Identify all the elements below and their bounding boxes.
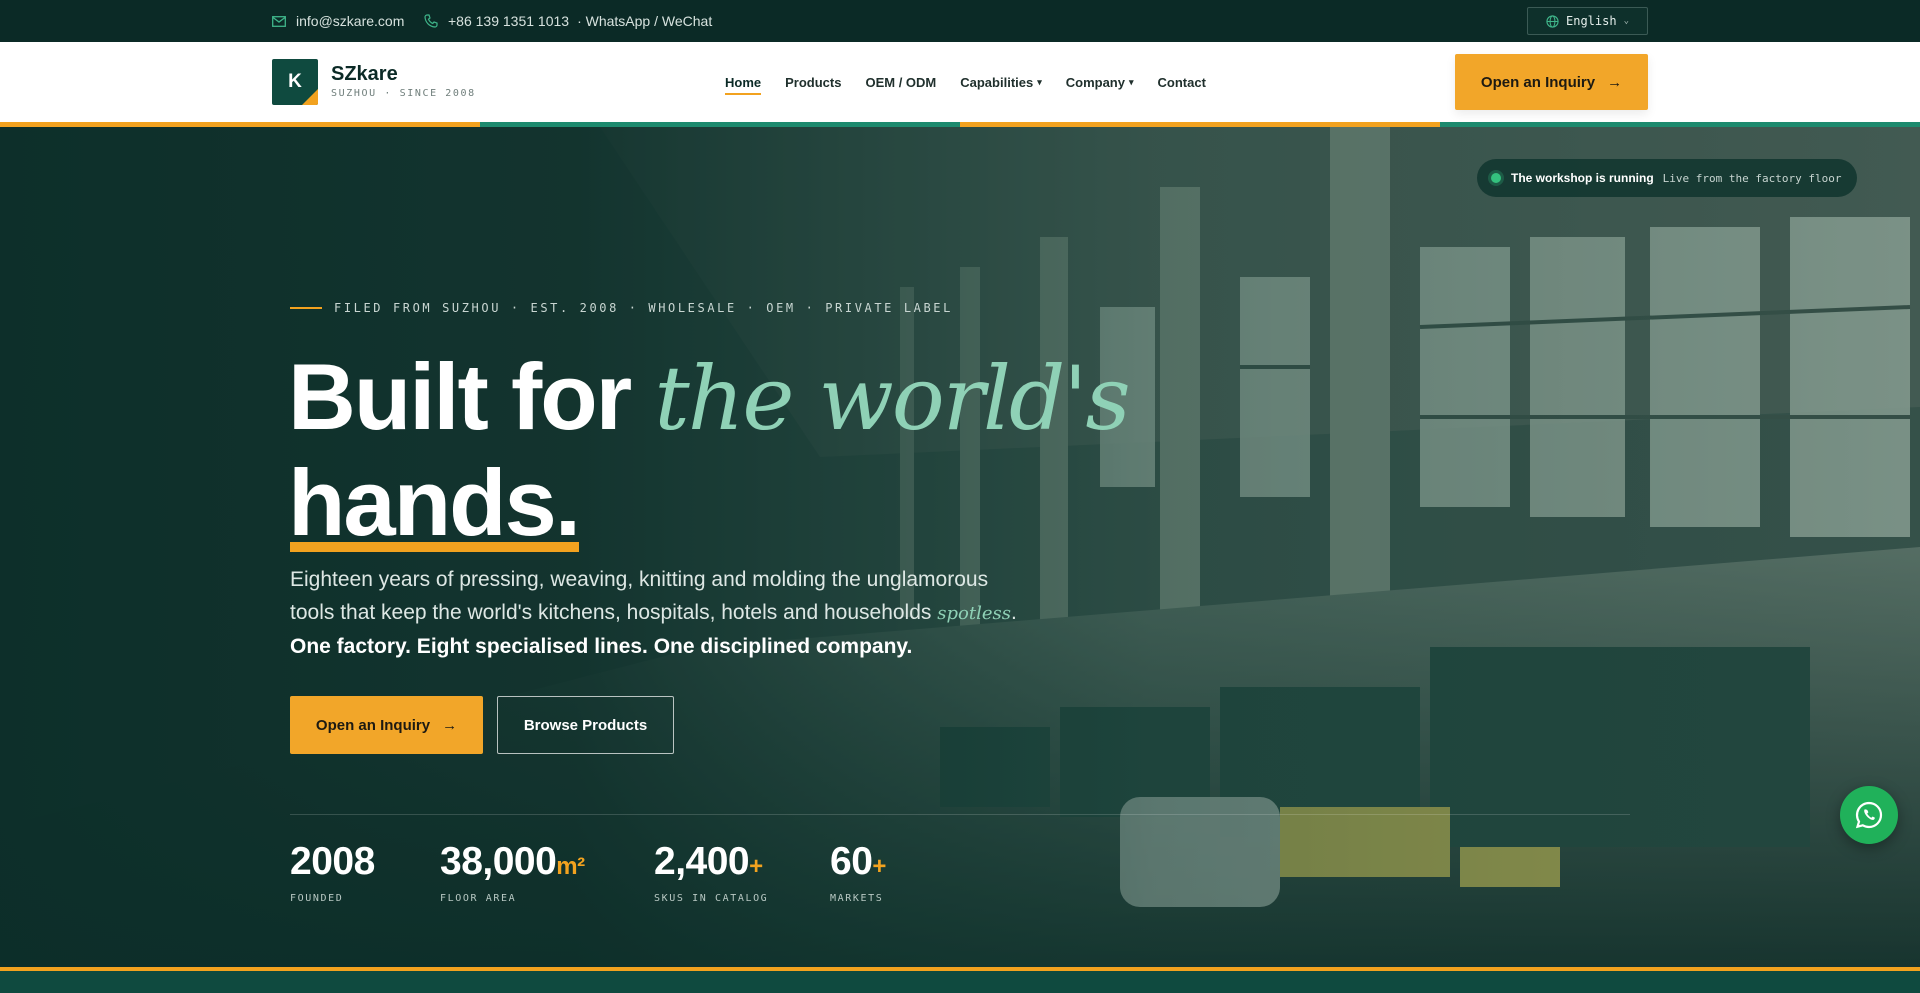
hero-section: The workshop is running Live from the fa… [0, 127, 1920, 967]
nav-item-home[interactable]: Home [725, 42, 762, 122]
lede-period: . [1010, 601, 1017, 624]
hero-inquiry-label: Open an Inquiry [315, 716, 431, 734]
stat-suffix: + [872, 853, 886, 880]
logo[interactable]: K [272, 59, 318, 105]
stat-suffix: m² [556, 853, 585, 880]
phone-text: +86 139 1351 1013 [448, 13, 570, 29]
stat-number: 60 [830, 840, 873, 883]
eyebrow-line [290, 307, 322, 309]
lede-text: Eighteen years of pressing, weaving, kni… [290, 568, 989, 624]
logo-corner [302, 89, 318, 105]
status-title: The workshop is running [1511, 171, 1654, 185]
whatsapp-chat-button[interactable] [1840, 786, 1898, 844]
lede-italic: spotless [937, 603, 1011, 624]
stat-founded: 2008 FOUNDED [290, 840, 375, 904]
chevron-down-icon: ⌄ [1623, 16, 1629, 26]
nav-item-label: Home [725, 74, 762, 90]
eyebrow-text: FILED FROM SUZHOU · EST. 2008 · WHOLESAL… [334, 301, 953, 315]
lede-strong: One factory. Eight specialised lines. On… [290, 635, 913, 658]
headline-underlined-word: hands. [288, 450, 581, 555]
nav-item-products[interactable]: Products [785, 42, 841, 122]
headline-part-1: Built for [288, 344, 655, 449]
nav-item-label: Contact [1157, 74, 1206, 90]
messaging-text: · WhatsApp / WeChat [577, 13, 713, 29]
top-contact-bar: info@szkare.com +86 139 1351 1013 · What… [0, 0, 1920, 42]
headline-part-3: hands. [288, 450, 581, 555]
nav-menu: Home Products OEM / ODM Capabilities ▾ Co… [725, 42, 1230, 122]
stat-floor-area: 38,000m² FLOOR AREA [440, 840, 585, 904]
brand-tagline: SUZHOU · SINCE 2008 [331, 88, 476, 99]
nav-item-label: Capabilities [960, 74, 1034, 90]
nav-item-label: Products [785, 74, 842, 90]
mail-icon [272, 15, 286, 27]
whatsapp-icon [1855, 801, 1883, 829]
stat-number: 2008 [290, 840, 375, 883]
stat-value: 60+ [830, 840, 886, 889]
caret-down-icon: ▾ [1128, 76, 1134, 87]
caret-down-icon: ▾ [1037, 76, 1042, 87]
cta-label: Open an Inquiry [1480, 73, 1596, 91]
stat-value: 2008 [290, 840, 375, 889]
hero-description: Eighteen years of pressing, weaving, kni… [290, 563, 1020, 663]
stat-suffix: + [749, 853, 763, 880]
nav-item-contact[interactable]: Contact [1158, 42, 1206, 122]
stat-number: 38,000 [440, 840, 557, 883]
status-subtitle: Live from the factory floor [1662, 171, 1842, 185]
hero-eyebrow: FILED FROM SUZHOU · EST. 2008 · WHOLESAL… [290, 301, 953, 315]
hero-inquiry-button[interactable]: Open an Inquiry → [290, 696, 483, 754]
nav-item-company[interactable]: Company ▾ [1066, 42, 1134, 122]
stat-number: 2,400 [654, 840, 750, 883]
phone-icon [424, 14, 438, 28]
stat-label: FOUNDED [290, 893, 344, 904]
stat-markets: 60+ MARKETS [830, 840, 886, 904]
brand-name[interactable]: SZkare [331, 63, 398, 86]
language-selector[interactable]: English ⌄ [1527, 7, 1648, 35]
nav-item-label: OEM / ODM [865, 74, 937, 90]
stat-label: SKUS IN CATALOG [654, 893, 769, 904]
stat-value: 2,400+ [654, 840, 768, 889]
stat-label: MARKETS [830, 893, 884, 904]
browse-products-button[interactable]: Browse Products [497, 696, 674, 754]
arrow-right-icon: → [1607, 73, 1623, 91]
next-section-edge [0, 967, 1920, 993]
stat-label: FLOOR AREA [440, 893, 517, 904]
main-navigation: K SZkare SUZHOU · SINCE 2008 Home Produc… [0, 42, 1920, 122]
globe-icon [1546, 14, 1559, 28]
arrow-right-icon: → [442, 716, 458, 734]
language-label: English [1566, 14, 1617, 28]
nav-item-capabilities[interactable]: Capabilities ▾ [960, 42, 1042, 122]
hero-headline: Built for the world's hands. [288, 345, 1188, 555]
phone-link[interactable]: +86 139 1351 1013 · WhatsApp / WeChat [424, 0, 712, 42]
headline-italic: the world's [654, 347, 1130, 450]
live-indicator-icon [1491, 173, 1501, 183]
stats-divider [290, 814, 1630, 815]
nav-item-oem-odm[interactable]: OEM / ODM [865, 42, 936, 122]
stat-value: 38,000m² [440, 840, 585, 889]
nav-item-label: Company [1065, 74, 1125, 90]
browse-products-label: Browse Products [523, 716, 648, 734]
open-inquiry-button[interactable]: Open an Inquiry → [1455, 54, 1648, 110]
workshop-status-badge: The workshop is running Live from the fa… [1477, 159, 1858, 197]
email-link[interactable]: info@szkare.com [272, 0, 404, 42]
email-text: info@szkare.com [296, 13, 405, 29]
stat-skus: 2,400+ SKUS IN CATALOG [654, 840, 768, 904]
